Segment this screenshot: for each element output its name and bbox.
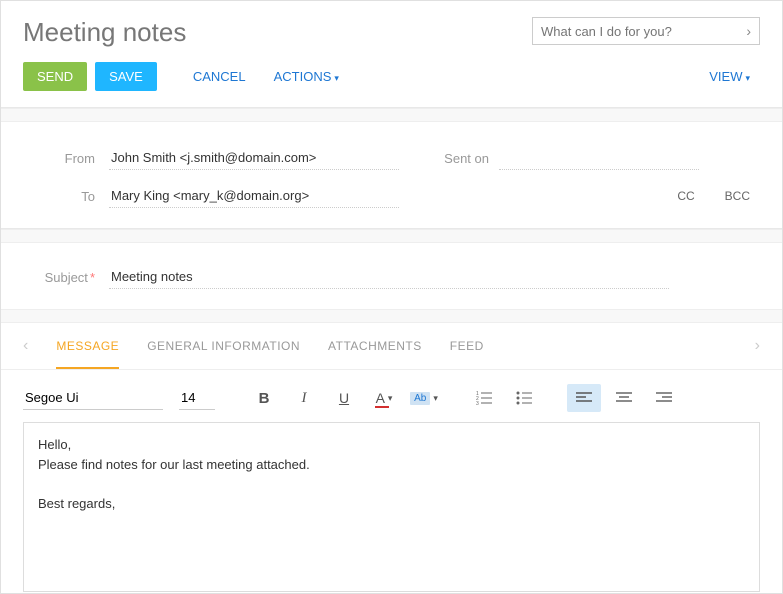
- message-body-editor[interactable]: Hello,Please find notes for our last mee…: [23, 422, 760, 592]
- ordered-list-button[interactable]: 123: [467, 384, 501, 412]
- bold-button[interactable]: B: [247, 384, 281, 412]
- from-field[interactable]: [109, 146, 399, 170]
- sent-on-field[interactable]: [499, 146, 699, 170]
- align-left-button[interactable]: [567, 384, 601, 412]
- save-button[interactable]: SAVE: [95, 62, 157, 91]
- view-dropdown[interactable]: VIEW▾: [699, 62, 760, 91]
- subject-field[interactable]: [109, 265, 669, 289]
- align-right-button[interactable]: [647, 384, 681, 412]
- caret-down-icon: ▾: [745, 73, 750, 83]
- page-title: Meeting notes: [23, 17, 186, 48]
- to-label: To: [23, 189, 109, 204]
- caret-down-icon: ▾: [334, 73, 339, 83]
- subject-label: Subject*: [23, 270, 109, 285]
- font-family-select[interactable]: [23, 386, 163, 410]
- font-size-select[interactable]: [179, 386, 215, 410]
- tabs-scroll-left[interactable]: ‹: [23, 323, 28, 369]
- cc-button[interactable]: CC: [677, 189, 694, 203]
- chevron-right-icon: ›: [746, 23, 751, 39]
- align-center-icon: [616, 392, 632, 404]
- actions-dropdown[interactable]: ACTIONS▾: [264, 62, 349, 91]
- caret-down-icon: ▾: [433, 393, 438, 404]
- italic-button[interactable]: I: [287, 384, 321, 412]
- to-field[interactable]: [109, 184, 399, 208]
- sent-on-label: Sent on: [439, 151, 499, 166]
- underline-button[interactable]: U: [327, 384, 361, 412]
- tab-attachments[interactable]: ATTACHMENTS: [328, 323, 422, 369]
- font-color-button[interactable]: A▾: [367, 384, 401, 412]
- align-right-icon: [656, 392, 672, 404]
- tabs-scroll-right[interactable]: ›: [755, 323, 760, 369]
- svg-text:3: 3: [476, 401, 479, 405]
- tab-message[interactable]: MESSAGE: [56, 323, 119, 369]
- send-button[interactable]: SEND: [23, 62, 87, 91]
- highlight-button[interactable]: Ab▾: [407, 384, 441, 412]
- unordered-list-icon: [516, 391, 532, 405]
- bcc-button[interactable]: BCC: [725, 189, 750, 203]
- tab-general-information[interactable]: GENERAL INFORMATION: [147, 323, 300, 369]
- cancel-button[interactable]: CANCEL: [183, 62, 256, 91]
- align-center-button[interactable]: [607, 384, 641, 412]
- search-box[interactable]: ›: [532, 17, 760, 45]
- tab-feed[interactable]: FEED: [450, 323, 484, 369]
- from-label: From: [23, 151, 109, 166]
- caret-down-icon: ▾: [388, 393, 393, 404]
- align-left-icon: [576, 392, 592, 404]
- search-input[interactable]: [541, 24, 731, 39]
- unordered-list-button[interactable]: [507, 384, 541, 412]
- ordered-list-icon: 123: [476, 391, 492, 405]
